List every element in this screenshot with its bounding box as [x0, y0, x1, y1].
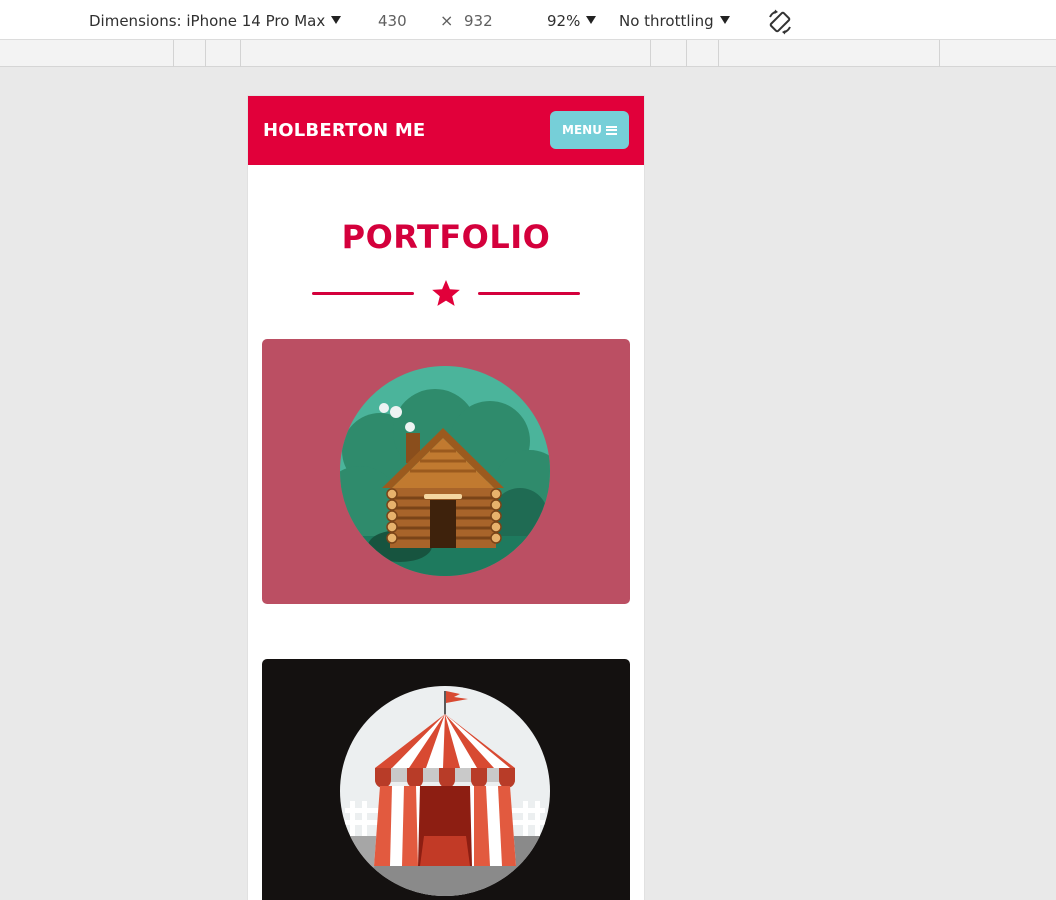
- rotate-icon[interactable]: [766, 8, 794, 36]
- menu-button[interactable]: MENU: [550, 111, 629, 149]
- circus-tent-illustration: [340, 686, 550, 896]
- section-divider: [312, 280, 580, 306]
- cabin-illustration: [340, 366, 550, 576]
- site-header: HOLBERTON ME MENU: [248, 96, 644, 165]
- dimensions-times-sign: ×: [440, 11, 454, 30]
- dropdown-caret-icon: [719, 16, 730, 24]
- star-icon: [432, 280, 460, 306]
- throttling-label: No throttling: [619, 12, 714, 30]
- media-query-ruler: [0, 40, 1056, 67]
- dropdown-caret-icon: [331, 16, 342, 24]
- device-dimensions-label: Dimensions: iPhone 14 Pro Max: [89, 12, 326, 30]
- device-dimensions-dropdown[interactable]: Dimensions: iPhone 14 Pro Max: [89, 11, 342, 31]
- viewport-height-input[interactable]: 932: [464, 11, 493, 31]
- portfolio-item[interactable]: [262, 339, 630, 604]
- zoom-label: 92%: [547, 12, 581, 30]
- devtools-device-toolbar: Dimensions: iPhone 14 Pro Max 430 × 932 …: [0, 0, 1056, 40]
- dropdown-caret-icon: [586, 16, 597, 24]
- portfolio-item[interactable]: [262, 659, 630, 900]
- device-viewport: HOLBERTON ME MENU PORTFOLIO: [248, 96, 644, 900]
- hamburger-icon: [605, 125, 617, 135]
- zoom-dropdown[interactable]: 92%: [547, 11, 597, 31]
- viewport-width-input[interactable]: 430: [378, 11, 407, 31]
- site-brand[interactable]: HOLBERTON ME: [263, 120, 425, 141]
- section-title: PORTFOLIO: [341, 218, 551, 256]
- menu-button-label: MENU: [562, 123, 602, 137]
- throttling-dropdown[interactable]: No throttling: [619, 11, 730, 31]
